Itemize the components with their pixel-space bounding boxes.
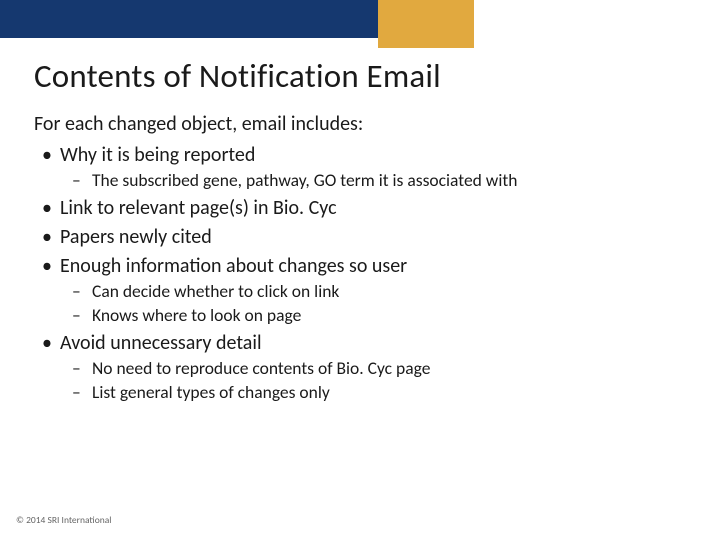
list-item: Knows where to look on page (90, 305, 684, 327)
list-item: Can decide whether to click on link (90, 281, 684, 303)
header-band (0, 0, 720, 38)
slide: Contents of Notification Email For each … (0, 0, 720, 540)
bullet-list: Why it is being reported The subscribed … (34, 143, 684, 403)
bullet-text: Why it is being reported (60, 143, 255, 167)
body-content: For each changed object, email includes:… (34, 112, 684, 407)
header-band-gold (378, 0, 474, 48)
page-title: Contents of Notification Email (34, 56, 441, 96)
footer-copyright: © 2014 SRI International (16, 514, 111, 526)
list-item: Enough information about changes so user… (58, 254, 684, 327)
list-item: List general types of changes only (90, 382, 684, 404)
bullet-text: Avoid unnecessary detail (60, 331, 262, 355)
sub-list: Can decide whether to click on link Know… (60, 281, 684, 327)
header-band-blue (0, 0, 378, 38)
list-item: The subscribed gene, pathway, GO term it… (90, 170, 684, 192)
list-item: Link to relevant page(s) in Bio. Cyc (58, 196, 684, 221)
sub-list: No need to reproduce contents of Bio. Cy… (60, 358, 684, 404)
list-item: Papers newly cited (58, 225, 684, 250)
list-item: Avoid unnecessary detail No need to repr… (58, 331, 684, 404)
list-item: Why it is being reported The subscribed … (58, 143, 684, 192)
list-item: No need to reproduce contents of Bio. Cy… (90, 358, 684, 380)
bullet-text: Enough information about changes so user (60, 254, 407, 278)
intro-text: For each changed object, email includes: (34, 112, 684, 137)
sub-list: The subscribed gene, pathway, GO term it… (60, 170, 684, 192)
